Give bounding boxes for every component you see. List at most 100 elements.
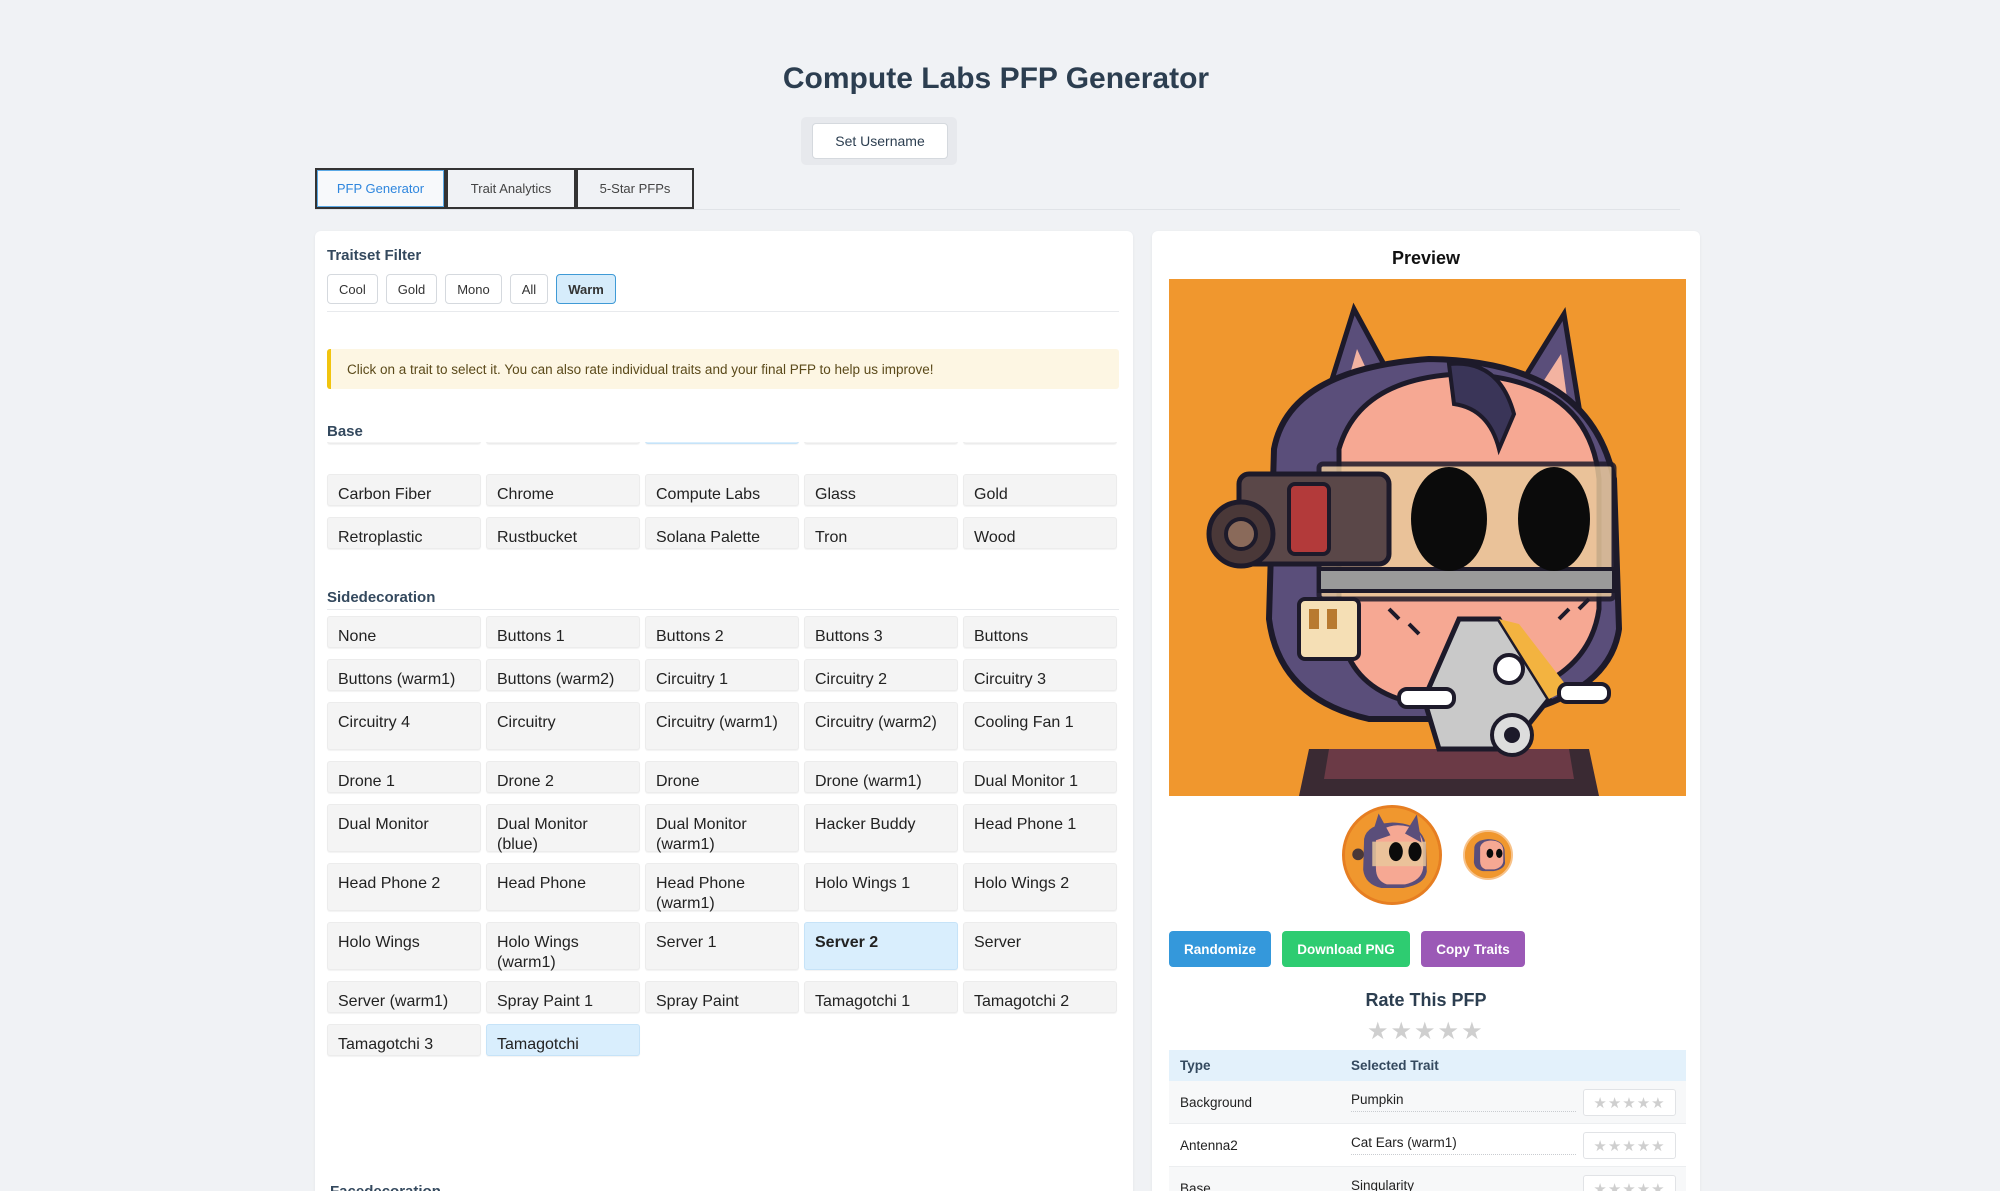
trait-option-tamagotchi-1[interactable]: Tamagotchi 1: [804, 981, 958, 1013]
table-row: Antenna2 Cat Ears (warm1) ★★★★★: [1169, 1124, 1686, 1167]
pfp-thumbnail-large[interactable]: [1342, 805, 1442, 905]
trait-option-spray-paint[interactable]: Spray Paint: [645, 981, 799, 1013]
trait-option-drone-1[interactable]: Drone 1: [327, 761, 481, 793]
trait-option-head-phone-2[interactable]: Head Phone 2: [327, 863, 481, 911]
trait-option-circuitry-1[interactable]: Circuitry 1: [645, 659, 799, 691]
filter-mono-button[interactable]: Mono: [445, 274, 502, 304]
trait-option-head-phone[interactable]: Head Phone: [486, 863, 640, 911]
trait-option-wood[interactable]: Wood: [963, 517, 1117, 549]
row-type: Background: [1180, 1094, 1253, 1110]
trait-option-circuitry[interactable]: Circuitry: [486, 702, 640, 750]
base-partial-row: None Obsidian Singularity Bodemetal Broken D…: [327, 442, 1117, 462]
trait-selector-panel: Traitset Filter Cool Gold Mono All Warm …: [315, 231, 1133, 1191]
trait-option-spray-paint-1[interactable]: Spray Paint 1: [486, 981, 640, 1013]
trait-option-circuitry-3[interactable]: Circuitry 3: [963, 659, 1117, 691]
trait-option-server[interactable]: Server: [963, 922, 1117, 970]
trait-option-holo-wings-warm1[interactable]: Holo Wings (warm1): [486, 922, 640, 971]
filter-divider: [327, 311, 1119, 312]
username-bar: Set Username: [801, 117, 957, 165]
trait-option-glass[interactable]: Glass: [804, 474, 958, 506]
header-selected-trait: Selected Trait: [1351, 1058, 1439, 1073]
trait-option-singularity[interactable]: Singularity: [645, 442, 799, 444]
trait-option-chrome[interactable]: Chrome: [486, 474, 640, 506]
tab-5-star-pfps[interactable]: 5-Star PFPs: [576, 168, 694, 209]
trait-option-buttons-2[interactable]: Buttons 2: [645, 616, 799, 648]
info-banner: Click on a trait to select it. You can a…: [327, 349, 1119, 389]
trait-option-tron[interactable]: Tron: [804, 517, 958, 549]
tab-pfp-generator[interactable]: PFP Generator: [315, 168, 446, 209]
table-header: Type Selected Trait: [1169, 1050, 1686, 1081]
trait-option-hacker-buddy[interactable]: Hacker Buddy: [804, 804, 958, 852]
sidedecoration-section-title: Sidedecoration: [327, 589, 436, 606]
pfp-thumbnail-small[interactable]: [1463, 830, 1513, 880]
trait-star-rating[interactable]: ★★★★★: [1583, 1175, 1676, 1191]
trait-option-retroplastic[interactable]: Retroplastic: [327, 517, 481, 549]
trait-option-buttons-1[interactable]: Buttons 1: [486, 616, 640, 648]
trait-option-holo-wings-2[interactable]: Holo Wings 2: [963, 863, 1117, 911]
pfp-preview-image: [1169, 279, 1686, 796]
copy-traits-button[interactable]: Copy Traits: [1421, 931, 1525, 967]
trait-option-head-phone-1[interactable]: Head Phone 1: [963, 804, 1117, 852]
trait-option-buttons-3[interactable]: Buttons 3: [804, 616, 958, 648]
trait-option-tamagotchi-2[interactable]: Tamagotchi 2: [963, 981, 1117, 1013]
trait-option-carbon-fiber[interactable]: Carbon Fiber: [327, 474, 481, 506]
pfp-actions: Randomize Download PNG Copy Traits: [1169, 931, 1525, 967]
trait-option-server-1[interactable]: Server 1: [645, 922, 799, 970]
trait-option-holo-wings[interactable]: Holo Wings: [327, 922, 481, 970]
trait-option-solana-palette[interactable]: Solana Palette: [645, 517, 799, 549]
table-row: Base Singularity ★★★★★: [1169, 1167, 1686, 1191]
trait-option-server-2[interactable]: Server 2: [804, 922, 958, 970]
pfp-star-rating[interactable]: ★★★★★: [1367, 1017, 1485, 1046]
trait-option-bodemetal[interactable]: Bodemetal: [804, 442, 958, 444]
trait-option-cooling-fan-1[interactable]: Cooling Fan 1: [963, 702, 1117, 750]
trait-option-circuitry-warm2[interactable]: Circuitry (warm2): [804, 702, 958, 750]
trait-star-rating[interactable]: ★★★★★: [1583, 1089, 1676, 1116]
download-png-button[interactable]: Download PNG: [1282, 931, 1410, 967]
trait-option-gold[interactable]: Gold: [963, 474, 1117, 506]
trait-option-circuitry-2[interactable]: Circuitry 2: [804, 659, 958, 691]
trait-star-rating[interactable]: ★★★★★: [1583, 1132, 1676, 1159]
filter-warm-button[interactable]: Warm: [556, 274, 616, 304]
trait-option-broken-down[interactable]: Broken Down: [963, 442, 1117, 444]
filter-gold-button[interactable]: Gold: [385, 274, 438, 304]
sidedecoration-divider: [327, 609, 1119, 610]
trait-option-head-phone-warm1[interactable]: Head Phone (warm1): [645, 863, 799, 912]
preview-panel: Preview Randomize Download PNG Copy Trai…: [1152, 231, 1700, 1191]
row-type: Base: [1180, 1180, 1211, 1191]
trait-option-circuitry-warm1[interactable]: Circuitry (warm1): [645, 702, 799, 750]
preview-title: Preview: [1391, 248, 1461, 268]
trait-option-buttons-warm1[interactable]: Buttons (warm1): [327, 659, 481, 691]
trait-option-dual-monitor-warm1[interactable]: Dual Monitor (warm1): [645, 804, 799, 853]
trait-option-drone-warm1[interactable]: Drone (warm1): [804, 761, 958, 793]
row-trait: Cat Ears (warm1): [1351, 1135, 1576, 1155]
trait-option-rustbucket[interactable]: Rustbucket: [486, 517, 640, 549]
trait-option-buttons[interactable]: Buttons: [963, 616, 1117, 648]
trait-option-drone-2[interactable]: Drone 2: [486, 761, 640, 793]
trait-option-obsidian[interactable]: Obsidian: [486, 442, 640, 444]
filter-cool-button[interactable]: Cool: [327, 274, 378, 304]
trait-option-buttons-warm2[interactable]: Buttons (warm2): [486, 659, 640, 691]
facedecoration-section-title: Facedecoration: [330, 1183, 441, 1191]
row-trait: Pumpkin: [1351, 1092, 1576, 1112]
table-row: Background Pumpkin ★★★★★: [1169, 1081, 1686, 1124]
trait-option-tamagotchi-3[interactable]: Tamagotchi 3: [327, 1024, 481, 1056]
randomize-button[interactable]: Randomize: [1169, 931, 1271, 967]
filter-all-button[interactable]: All: [509, 274, 549, 304]
trait-option-none[interactable]: None: [327, 616, 481, 648]
trait-option-dual-monitor-blue[interactable]: Dual Monitor (blue): [486, 804, 640, 853]
trait-option-holo-wings-1[interactable]: Holo Wings 1: [804, 863, 958, 911]
row-trait: Singularity: [1351, 1178, 1576, 1191]
trait-option-none[interactable]: None: [327, 442, 481, 444]
trait-option-compute-labs[interactable]: Compute Labs: [645, 474, 799, 506]
trait-option-dual-monitor-1[interactable]: Dual Monitor 1: [963, 761, 1117, 793]
trait-option-circuitry-4[interactable]: Circuitry 4: [327, 702, 481, 750]
trait-option-server-warm1[interactable]: Server (warm1): [327, 981, 481, 1013]
set-username-button[interactable]: Set Username: [812, 123, 948, 159]
trait-option-drone[interactable]: Drone: [645, 761, 799, 793]
trait-option-dual-monitor[interactable]: Dual Monitor: [327, 804, 481, 852]
tab-trait-analytics[interactable]: Trait Analytics: [446, 168, 576, 209]
row-type: Antenna2: [1180, 1137, 1238, 1153]
robot-cat-avatar: [1169, 279, 1686, 796]
traitset-filter: Cool Gold Mono All Warm: [327, 274, 616, 304]
trait-option-tamagotchi[interactable]: Tamagotchi: [486, 1024, 640, 1056]
